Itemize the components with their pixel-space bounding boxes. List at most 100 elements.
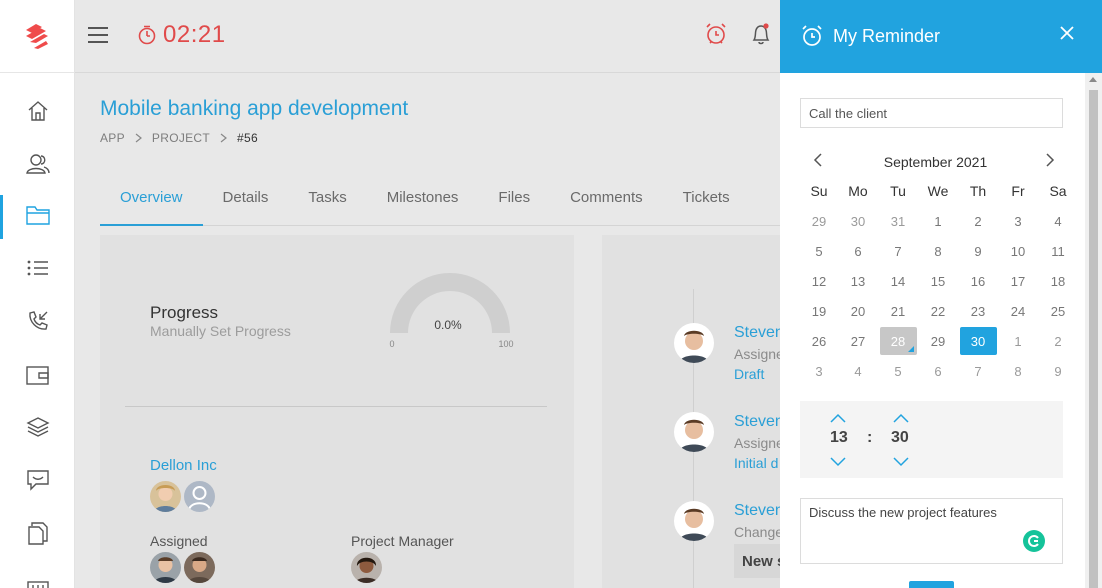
tab-milestones[interactable]: Milestones [367, 179, 479, 225]
tab-files[interactable]: Files [478, 179, 550, 225]
timer-display[interactable]: 02:21 [137, 21, 226, 49]
company-link[interactable]: Dellon Inc [150, 457, 217, 474]
calendar-day[interactable]: 5 [800, 236, 838, 266]
calendar-day[interactable]: 18 [1038, 266, 1078, 296]
calendar-day[interactable]: 7 [958, 356, 998, 386]
avatar[interactable] [674, 412, 714, 452]
menu-toggle-button[interactable] [87, 26, 109, 44]
calendar-day[interactable]: 13 [838, 266, 878, 296]
calendar-day[interactable]: 25 [1038, 296, 1078, 326]
home-icon [28, 101, 47, 121]
sidebar-item-settings[interactable] [0, 565, 75, 588]
notifications-button[interactable] [749, 22, 773, 51]
calendar-day[interactable]: 6 [918, 356, 958, 386]
avatar[interactable] [351, 552, 382, 583]
calendar-day[interactable]: 8 [918, 236, 958, 266]
sidebar-item-messages[interactable] [0, 460, 75, 500]
calendar-day[interactable]: 3 [998, 206, 1038, 236]
calendar-day[interactable]: 14 [878, 266, 918, 296]
tab-tickets[interactable]: Tickets [663, 179, 750, 225]
breadcrumb-app[interactable]: APP [100, 131, 125, 145]
avatar[interactable] [674, 323, 714, 363]
calendar-day[interactable]: 15 [918, 266, 958, 296]
calendar-day[interactable]: 8 [998, 356, 1038, 386]
calendar-day[interactable]: 22 [918, 296, 958, 326]
calendar-day[interactable]: 23 [958, 296, 998, 326]
phone-icon [28, 311, 48, 330]
calendar-day[interactable]: 6 [838, 236, 878, 266]
reminder-title-input[interactable] [800, 98, 1063, 128]
tab-comments[interactable]: Comments [550, 179, 663, 225]
close-button[interactable] [1058, 24, 1076, 47]
activity-user[interactable]: Steven [734, 324, 784, 342]
calendar-day[interactable]: 2 [958, 206, 998, 236]
minute-value[interactable]: 30 [891, 429, 909, 447]
calendar-day[interactable]: 4 [1038, 206, 1078, 236]
activity-target[interactable]: Initial d [734, 455, 778, 471]
alarm-clock-icon [800, 24, 824, 53]
tab-tasks[interactable]: Tasks [288, 179, 366, 225]
calendar-day[interactable]: 12 [800, 266, 838, 296]
activity-user[interactable]: Steven [734, 413, 784, 431]
sidebar-item-layers[interactable] [0, 407, 75, 447]
logo-icon [26, 24, 48, 49]
calendar-day[interactable]: 16 [958, 266, 998, 296]
grammarly-icon[interactable] [1023, 530, 1045, 552]
calendar-day[interactable]: 17 [998, 266, 1038, 296]
hour-decrement-button[interactable] [830, 457, 846, 467]
tab-overview[interactable]: Overview [100, 179, 203, 226]
avatar[interactable] [184, 552, 215, 583]
sidebar-item-users[interactable] [0, 144, 75, 184]
calendar-day[interactable]: 11 [1038, 236, 1078, 266]
sidebar-item-wallet[interactable] [0, 355, 75, 395]
tab-details[interactable]: Details [203, 179, 289, 225]
calendar-day[interactable]: 3 [800, 356, 838, 386]
stopwatch-icon [138, 25, 156, 45]
calendar-day[interactable]: 5 [878, 356, 918, 386]
calendar-day[interactable]: 2 [1038, 326, 1078, 356]
activity-target[interactable]: Draft [734, 366, 764, 382]
calendar-day[interactable]: 31 [878, 206, 918, 236]
calendar-day[interactable]: 1 [998, 326, 1038, 356]
sidebar-item-projects[interactable] [0, 195, 75, 239]
calendar-day-selected[interactable]: 30 [958, 326, 998, 356]
hour-increment-button[interactable] [830, 413, 846, 423]
calendar-day[interactable]: 20 [838, 296, 878, 326]
next-month-button[interactable] [1044, 152, 1056, 168]
save-reminder-button[interactable] [909, 581, 954, 588]
minute-decrement-button[interactable] [893, 457, 909, 467]
calendar-day[interactable]: 30 [838, 206, 878, 236]
calendar-day[interactable]: 26 [800, 326, 838, 356]
sidebar-item-documents[interactable] [0, 513, 75, 553]
activity-user[interactable]: Steven [734, 502, 784, 520]
hour-value[interactable]: 13 [830, 429, 848, 447]
calendar-day[interactable]: 29 [800, 206, 838, 236]
scroll-up-icon[interactable] [1089, 77, 1097, 82]
scrollbar-thumb[interactable] [1089, 90, 1098, 588]
sidebar-item-home[interactable] [0, 91, 75, 131]
calendar-day[interactable]: 24 [998, 296, 1038, 326]
breadcrumb-project[interactable]: PROJECT [152, 131, 210, 145]
panel-scrollbar[interactable] [1085, 73, 1102, 588]
calendar-day[interactable]: 10 [998, 236, 1038, 266]
calendar-day[interactable]: 21 [878, 296, 918, 326]
avatar[interactable] [150, 481, 181, 512]
calendar-day[interactable]: 19 [800, 296, 838, 326]
app-logo[interactable] [0, 0, 74, 73]
calendar-day[interactable]: 9 [958, 236, 998, 266]
avatar[interactable] [674, 501, 714, 541]
calendar-day[interactable]: 27 [838, 326, 878, 356]
avatar-placeholder[interactable] [184, 481, 215, 512]
calendar-day[interactable]: 29 [918, 326, 958, 356]
sidebar-item-tasks[interactable] [0, 248, 75, 288]
sidebar-item-calls[interactable] [0, 301, 75, 341]
main-content: Mobile banking app development APP PROJE… [75, 73, 794, 588]
avatar[interactable] [150, 552, 181, 583]
calendar-day[interactable]: 1 [918, 206, 958, 236]
calendar-day[interactable]: 9 [1038, 356, 1078, 386]
minute-increment-button[interactable] [893, 413, 909, 423]
reminder-toggle-button[interactable] [704, 22, 728, 51]
calendar-day-today[interactable]: 28 [878, 326, 918, 356]
calendar-day[interactable]: 7 [878, 236, 918, 266]
calendar-day[interactable]: 4 [838, 356, 878, 386]
